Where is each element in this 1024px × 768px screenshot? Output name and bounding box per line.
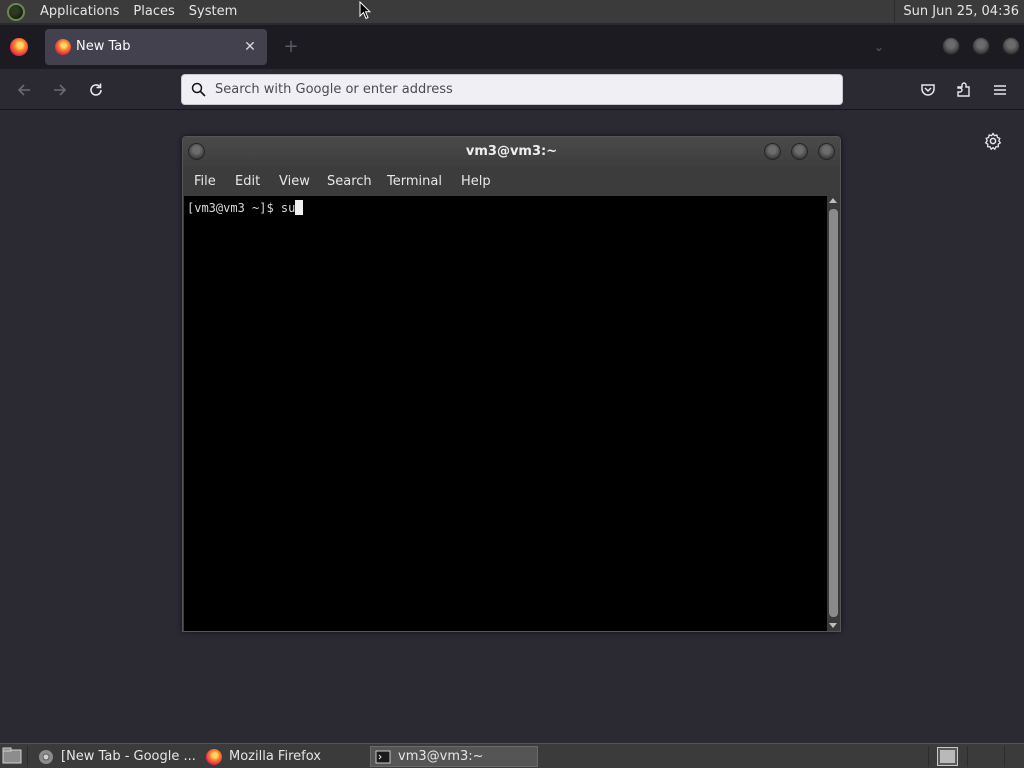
menu-terminal[interactable]: Terminal xyxy=(387,167,442,196)
workspace-switcher[interactable] xyxy=(937,747,958,766)
bottom-taskbar: [New Tab - Google ... Mozilla Firefox vm… xyxy=(0,743,1024,768)
terminal-menubar: File Edit View Search Terminal Help xyxy=(183,167,840,196)
maximize-button[interactable] xyxy=(791,143,808,160)
command-input: su xyxy=(280,201,296,215)
shell-prompt: [vm3@vm3 ~]$ xyxy=(187,201,281,215)
hamburger-menu-icon[interactable] xyxy=(988,78,1012,102)
taskbar-label: vm3@vm3:~ xyxy=(398,749,484,764)
chrome-icon xyxy=(39,749,53,764)
taskbar-item-chrome[interactable]: [New Tab - Google ... xyxy=(38,746,198,767)
scrollbar-thumb[interactable] xyxy=(829,209,838,617)
places-menu[interactable]: Places xyxy=(126,0,181,24)
chevron-down-icon[interactable]: ⌄ xyxy=(868,37,890,57)
minimize-button[interactable] xyxy=(764,143,781,160)
menu-search[interactable]: Search xyxy=(327,167,372,196)
firefox-icon xyxy=(206,748,222,765)
maximize-window-button[interactable] xyxy=(972,37,990,55)
terminal-screen[interactable]: [vm3@vm3 ~]$ su xyxy=(184,196,827,631)
system-menu[interactable]: System xyxy=(182,0,244,24)
search-icon xyxy=(191,82,206,97)
firefox-icon xyxy=(55,39,71,55)
browser-nav-toolbar xyxy=(0,69,1024,110)
scroll-down-icon[interactable] xyxy=(829,623,837,628)
puzzle-icon[interactable] xyxy=(952,78,976,102)
terminal-icon xyxy=(375,750,391,763)
reload-icon[interactable] xyxy=(84,78,108,102)
workspace-1[interactable] xyxy=(940,750,955,763)
applications-menu[interactable]: Applications xyxy=(33,0,126,24)
top-panel: Applications Places System Sun Jun 25, 0… xyxy=(0,0,1024,24)
address-bar[interactable] xyxy=(181,74,843,105)
close-window-button[interactable] xyxy=(1002,37,1020,55)
new-tab-button[interactable]: + xyxy=(281,37,301,57)
taskbar-item-terminal[interactable]: vm3@vm3:~ xyxy=(370,746,538,767)
taskbar-item-firefox[interactable]: Mozilla Firefox xyxy=(206,746,366,767)
separator xyxy=(967,746,968,767)
tab-new-tab[interactable]: New Tab ✕ xyxy=(45,29,267,65)
panel-clock[interactable]: Sun Jun 25, 04:36 xyxy=(894,0,1024,24)
distro-logo-icon[interactable] xyxy=(7,2,25,21)
gear-icon[interactable] xyxy=(983,131,1003,151)
close-icon[interactable]: ✕ xyxy=(241,38,259,56)
taskbar-label: [New Tab - Google ... xyxy=(61,749,196,764)
menu-file[interactable]: File xyxy=(194,167,216,196)
menu-help[interactable]: Help xyxy=(461,167,491,196)
browser-tab-strip: New Tab ✕ + ⌄ xyxy=(0,25,1024,69)
minimize-window-button[interactable] xyxy=(942,37,960,55)
terminal-scrollbar[interactable] xyxy=(827,196,840,631)
close-button[interactable] xyxy=(818,143,835,160)
menu-view[interactable]: View xyxy=(279,167,310,196)
terminal-window: vm3@vm3:~ File Edit View Search Terminal… xyxy=(182,136,841,632)
terminal-title: vm3@vm3:~ xyxy=(465,144,558,159)
url-input[interactable] xyxy=(215,75,825,104)
arrow-left-icon[interactable] xyxy=(12,78,36,102)
firefox-view-icon[interactable] xyxy=(10,38,28,56)
text-cursor xyxy=(295,200,304,215)
tab-title: New Tab xyxy=(76,39,131,54)
pocket-icon[interactable] xyxy=(916,78,940,102)
terminal-titlebar[interactable]: vm3@vm3:~ xyxy=(183,137,840,167)
scroll-up-icon[interactable] xyxy=(829,198,837,203)
mouse-pointer-icon xyxy=(359,1,371,20)
show-desktop-icon[interactable] xyxy=(2,747,22,765)
separator xyxy=(27,746,28,767)
separator xyxy=(928,746,929,767)
menu-edit[interactable]: Edit xyxy=(235,167,260,196)
separator xyxy=(1004,746,1005,767)
taskbar-label: Mozilla Firefox xyxy=(229,749,321,764)
arrow-right-icon[interactable] xyxy=(48,78,72,102)
